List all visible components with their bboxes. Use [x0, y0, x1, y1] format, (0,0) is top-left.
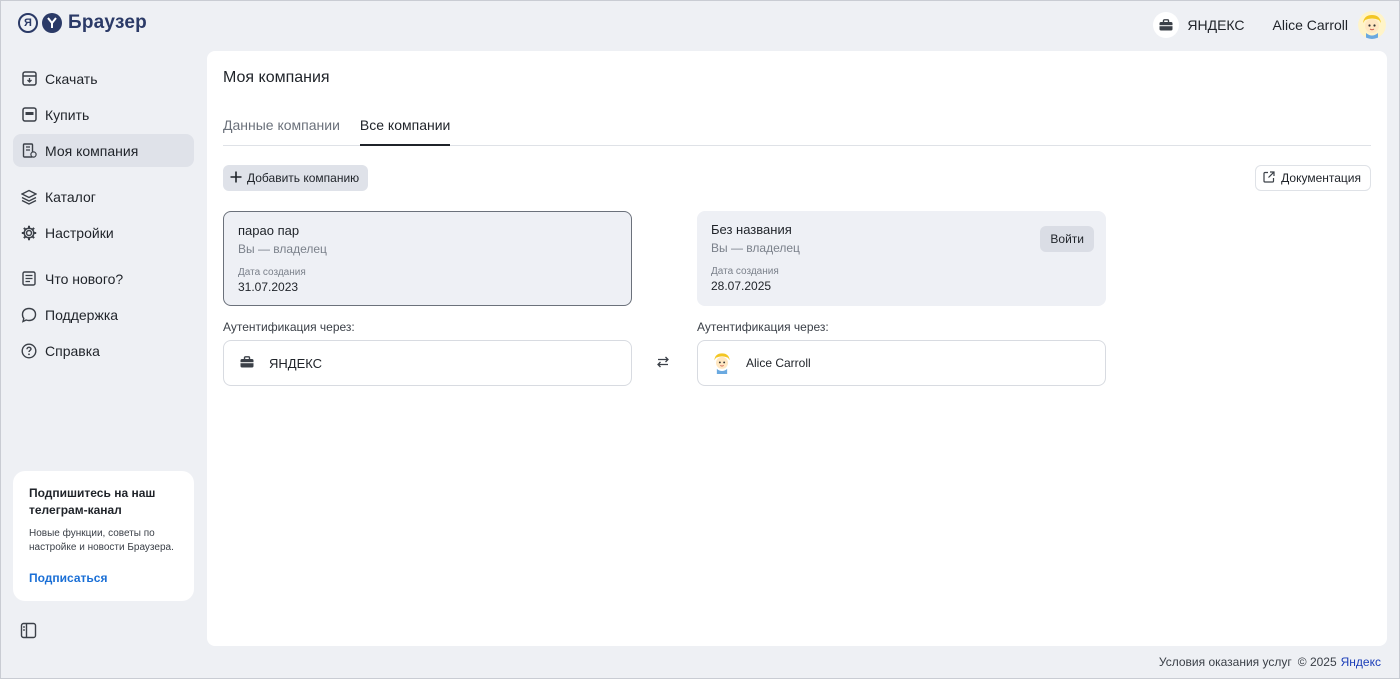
news-icon: [21, 271, 37, 287]
yandex-logo-icon: Я: [18, 13, 38, 33]
terms-link[interactable]: Условия оказания услуг: [1159, 655, 1292, 669]
auth-label: Аутентификация через:: [697, 320, 829, 334]
briefcase-icon: [240, 355, 254, 371]
company-name: парао пар: [238, 223, 300, 238]
help-icon: [21, 342, 37, 359]
user-name[interactable]: Alice Carroll: [1273, 17, 1348, 33]
documentation-button[interactable]: Документация: [1255, 165, 1371, 191]
sidebar-item-support[interactable]: Поддержка: [13, 298, 194, 331]
auth-account-user[interactable]: Alice Carroll: [697, 340, 1106, 386]
promo-title: Подпишитесь на наш телеграм-канал: [29, 486, 156, 517]
sidebar-item-label: Справка: [45, 342, 100, 359]
download-icon: [21, 71, 37, 87]
user-avatar: [710, 349, 734, 377]
chat-icon: [21, 307, 37, 323]
yandex-link[interactable]: Яндекс: [1341, 655, 1381, 669]
telegram-promo-card: Подпишитесь на наш телеграм-канал Новые …: [13, 471, 194, 601]
gear-icon: [21, 225, 37, 241]
company-date-label: Дата создания: [238, 267, 306, 278]
sidebar-item-settings[interactable]: Настройки: [13, 216, 194, 249]
add-company-button[interactable]: Добавить компанию: [223, 165, 369, 191]
briefcase-icon: [1153, 12, 1180, 38]
company-card[interactable]: парао пар Вы — владелец Дата создания 31…: [223, 211, 632, 306]
sidebar-item-label: Каталог: [45, 188, 96, 205]
auth-account-name: Alice Carroll: [746, 356, 811, 370]
sidebar-item-whats-new[interactable]: Что нового?: [13, 262, 194, 295]
company-date: 28.07.2025: [711, 279, 772, 293]
browser-logo[interactable]: Я Браузер: [18, 12, 147, 34]
tab-company-data[interactable]: Данные компании: [223, 117, 340, 146]
auth-account-yandex[interactable]: ЯНДЕКС: [223, 340, 632, 386]
footer: Условия оказания услуг © 2025 Яндекс: [1159, 655, 1381, 669]
company-date: 31.07.2023: [238, 280, 299, 294]
logo-text: Браузер: [68, 12, 147, 33]
company-role: Вы — владелец: [238, 242, 327, 256]
user-avatar[interactable]: [1358, 11, 1386, 39]
sidebar-nav: Скачать Купить Моя компания Каталог Наст…: [13, 62, 194, 370]
sidebar-collapse-icon[interactable]: [20, 622, 38, 640]
promo-text: Новые функции, советы по настройке и нов…: [29, 528, 174, 553]
sidebar-item-label: Скачать: [45, 70, 98, 87]
external-link-icon: [1263, 170, 1275, 186]
browser-y-icon: [42, 13, 62, 33]
layers-icon: [21, 189, 37, 205]
auth-label: Аутентификация через:: [223, 320, 355, 334]
add-company-label: Добавить компанию: [247, 171, 360, 185]
auth-account-name: ЯНДЕКС: [269, 355, 323, 371]
plus-icon: [230, 171, 242, 186]
sidebar-item-label: Купить: [45, 106, 90, 123]
documentation-label: Документация: [1281, 171, 1361, 185]
sidebar-item-download[interactable]: Скачать: [13, 62, 194, 95]
sidebar-item-buy[interactable]: Купить: [13, 98, 194, 131]
sidebar-item-label: Моя компания: [45, 142, 139, 159]
company-card[interactable]: Без названия Вы — владелец Дата создания…: [697, 211, 1106, 306]
main-panel: Моя компания Данные компании Все компани…: [207, 51, 1387, 646]
org-name: ЯНДЕКС: [1187, 17, 1245, 33]
company-name: Без названия: [711, 222, 792, 237]
tab-bar: Данные компании Все компании: [223, 117, 1371, 146]
sidebar-item-help[interactable]: Справка: [13, 334, 194, 367]
sidebar-item-my-company[interactable]: Моя компания: [13, 134, 194, 167]
header-account: ЯНДЕКС Alice Carroll: [1153, 11, 1386, 39]
org-switcher[interactable]: ЯНДЕКС: [1153, 12, 1245, 38]
sidebar-divider: [13, 170, 194, 180]
sidebar-item-label: Поддержка: [45, 306, 119, 323]
sidebar-item-label: Что нового?: [45, 270, 124, 287]
tab-all-companies[interactable]: Все компании: [359, 117, 451, 146]
login-button[interactable]: Войти: [1040, 226, 1094, 252]
page-title: Моя компания: [223, 69, 330, 86]
subscribe-link[interactable]: Подписаться: [29, 571, 178, 585]
sidebar-item-label: Настройки: [45, 224, 114, 241]
swap-arrows-icon[interactable]: [656, 355, 672, 371]
sidebar-item-catalog[interactable]: Каталог: [13, 180, 194, 213]
sidebar-divider: [13, 252, 194, 262]
company-icon: [21, 143, 37, 159]
wallet-icon: [21, 107, 37, 123]
copyright: © 2025: [1297, 655, 1337, 669]
company-date-label: Дата создания: [711, 266, 779, 277]
company-role: Вы — владелец: [711, 241, 800, 255]
